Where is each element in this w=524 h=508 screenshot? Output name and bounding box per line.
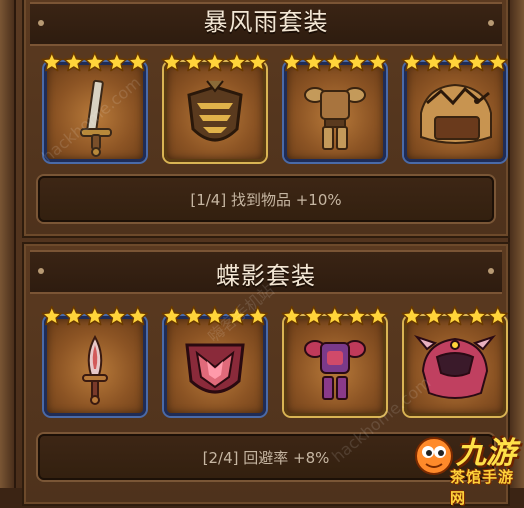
- star-rating: [41, 51, 149, 75]
- bolt-icon: [488, 268, 494, 274]
- star-icon: [161, 51, 182, 72]
- star-icon: [324, 51, 346, 72]
- star-icon: [466, 51, 487, 72]
- star-icon: [226, 51, 247, 72]
- star-icon: [346, 305, 367, 326]
- star-icon: [106, 51, 127, 72]
- star-icon: [346, 51, 367, 72]
- set-bonus-text: [1/4] 找到物品 +10%: [190, 191, 342, 209]
- equipment-card-shield[interactable]: [161, 51, 269, 162]
- star-icon: [128, 305, 149, 326]
- star-icon: [303, 51, 324, 72]
- star-icon: [183, 305, 204, 326]
- star-icon: [423, 51, 444, 72]
- star-icon: [488, 51, 509, 72]
- star-icon: [204, 51, 226, 72]
- set-title-bar: 暴风雨套装: [30, 2, 502, 46]
- bolt-icon: [488, 20, 494, 26]
- star-icon: [281, 305, 302, 326]
- frame-edge-right: [508, 0, 524, 488]
- star-icon: [281, 51, 302, 72]
- game-window: 暴风雨套装 [1/4] 找到物品 +10% 蝶影套装 [2/4] 回避率 +8%…: [0, 0, 524, 507]
- star-icon: [444, 51, 466, 72]
- star-icon: [161, 305, 182, 326]
- equipment-card-helmet[interactable]: [401, 51, 509, 162]
- logo-small-text: 茶馆手游网: [450, 468, 515, 507]
- star-rating: [161, 51, 269, 75]
- star-icon: [324, 305, 346, 326]
- shield-icon: [187, 80, 243, 142]
- armor-icon: [304, 87, 366, 150]
- star-icon: [41, 305, 62, 326]
- star-icon: [368, 305, 389, 326]
- star-icon: [368, 51, 389, 72]
- star-icon: [84, 305, 106, 326]
- star-icon: [106, 305, 127, 326]
- set-title: 暴风雨套装: [203, 8, 329, 36]
- star-icon: [466, 305, 487, 326]
- set-bonus-bar: [1/4] 找到物品 +10%: [38, 176, 494, 222]
- star-icon: [303, 305, 324, 326]
- star-rating: [41, 305, 149, 329]
- star-rating: [281, 51, 389, 75]
- helmet-icon: [413, 334, 497, 399]
- star-icon: [128, 51, 149, 72]
- helmet-icon: [420, 83, 492, 144]
- equipment-card-armor[interactable]: [281, 51, 389, 162]
- equipment-card-armor[interactable]: [281, 305, 389, 416]
- star-rating: [281, 305, 389, 329]
- equipment-card-dagger[interactable]: [41, 305, 149, 416]
- site-logo: 九游 茶馆手游网: [412, 428, 520, 507]
- armor-icon: [304, 340, 366, 400]
- star-icon: [84, 51, 106, 72]
- star-icon: [401, 51, 422, 72]
- star-icon: [423, 305, 444, 326]
- star-icon: [41, 51, 62, 72]
- frame-edge-left: [0, 0, 16, 488]
- star-rating: [401, 305, 509, 329]
- star-icon: [248, 51, 269, 72]
- equipment-card-helmet[interactable]: [401, 305, 509, 416]
- star-icon: [401, 305, 422, 326]
- star-icon: [488, 305, 509, 326]
- star-icon: [183, 51, 204, 72]
- dagger-icon: [82, 334, 108, 405]
- star-icon: [63, 305, 84, 326]
- star-icon: [63, 51, 84, 72]
- star-rating: [401, 51, 509, 75]
- star-icon: [444, 305, 466, 326]
